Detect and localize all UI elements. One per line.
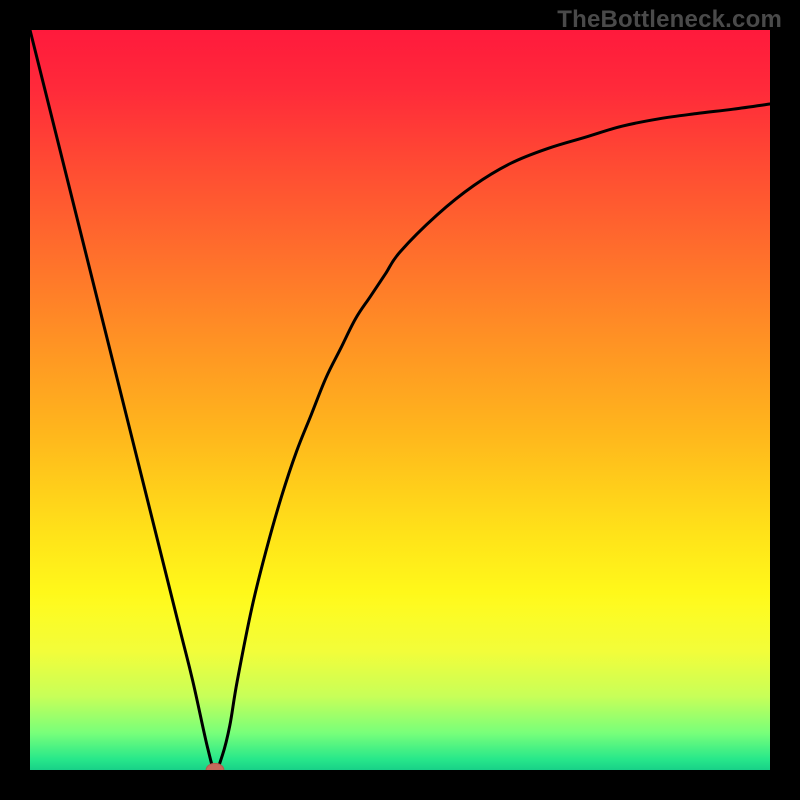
plot-area: [30, 30, 770, 770]
chart-svg: [30, 30, 770, 770]
gradient-background: [30, 30, 770, 770]
chart-frame: TheBottleneck.com: [0, 0, 800, 800]
